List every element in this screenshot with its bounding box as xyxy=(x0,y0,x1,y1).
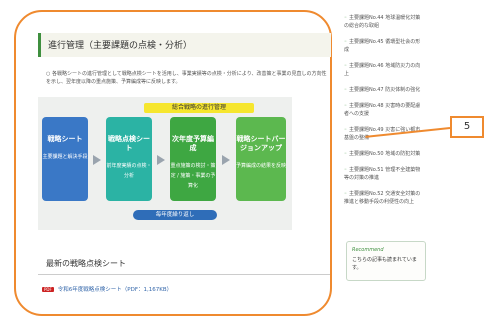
sidebar-item[interactable]: 主要課題No.47 防災体制の強化 xyxy=(344,86,422,94)
box-subtitle: 前年度実績の点検・分析 xyxy=(106,163,152,179)
section-heading: 最新の戦略点検シート xyxy=(38,250,330,275)
arrow-right-icon xyxy=(157,155,165,165)
sidebar-item[interactable]: 主要課題No.52 交通安全対策の推進と移動手段の利便性の向上 xyxy=(344,190,422,206)
sidebar-item[interactable]: 主要課題No.48 災害時の要配慮者への支援 xyxy=(344,102,422,118)
sidebar-item[interactable]: 主要課題No.50 地域の防犯対策 xyxy=(344,150,422,158)
sidebar-item[interactable]: 主要課題No.44 地球温暖化対策の総合的な取組 xyxy=(344,14,422,30)
pdf-icon: PDF xyxy=(42,287,54,292)
version-up-box: 戦略シートバージョンアップ 予算編成の結果を反映 xyxy=(236,117,286,201)
recommend-box[interactable]: Recommend こちらの記事も読まれています。 xyxy=(346,241,426,281)
sidebar: 主要課題No.44 地球温暖化対策の総合的な取組 主要課題No.45 循環型社会… xyxy=(344,14,422,214)
sidebar-item[interactable]: 主要課題No.51 管理不全建築物等の対策の推進 xyxy=(344,166,422,182)
repeat-loop-label: 毎年度繰り返し xyxy=(133,210,217,220)
arrow-right-icon xyxy=(222,155,230,165)
box-title: 戦略点検シート xyxy=(108,135,150,152)
box-subtitle: 重点施策の検討・策定 / 施策・事業の予算化 xyxy=(170,163,216,189)
box-subtitle: 主要課題と解決手段 xyxy=(42,154,88,160)
sidebar-item[interactable]: 主要課題No.45 循環型社会の形成 xyxy=(344,38,422,54)
budget-box: 次年度予算編成 重点施策の検討・策定 / 施策・事業の予算化 xyxy=(170,117,216,201)
strategy-sheet-box: 戦略シート 主要課題と解決手段 xyxy=(42,117,88,201)
intro-text: ○ 各戦略シートの進行管理として戦略点検シートを活用し、事業実績等の点検・分析に… xyxy=(46,71,327,85)
callout-number-badge: 5 xyxy=(450,116,484,138)
pdf-download-link[interactable]: PDF 令和6年度戦略点検シート（PDF：1,167KB） xyxy=(42,285,172,293)
diagram-title: 総合戦略の進行管理 xyxy=(144,103,254,113)
section-title: 最新の戦略点検シート xyxy=(46,259,126,268)
recommend-text: こちらの記事も読まれています。 xyxy=(352,257,417,271)
inspection-sheet-box: 戦略点検シート 前年度実績の点検・分析 xyxy=(106,117,152,201)
page-title: 進行管理（主要課題の点検・分析） xyxy=(48,41,193,51)
pdf-link-label: 令和6年度戦略点検シート（PDF：1,167KB） xyxy=(57,287,173,293)
process-diagram: 総合戦略の進行管理 戦略シート 主要課題と解決手段 戦略点検シート 前年度実績の… xyxy=(38,97,292,230)
box-title: 戦略シートバージョンアップ xyxy=(236,135,286,152)
box-title: 次年度予算編成 xyxy=(172,135,214,152)
box-subtitle: 予算編成の結果を反映 xyxy=(236,163,287,169)
recommend-label: Recommend xyxy=(352,247,384,253)
sidebar-item[interactable]: 主要課題No.46 地域防災力の向上 xyxy=(344,62,422,78)
box-title: 戦略シート xyxy=(47,135,83,143)
arrow-right-icon xyxy=(93,155,101,165)
page-title-bar: 進行管理（主要課題の点検・分析） xyxy=(38,33,331,57)
